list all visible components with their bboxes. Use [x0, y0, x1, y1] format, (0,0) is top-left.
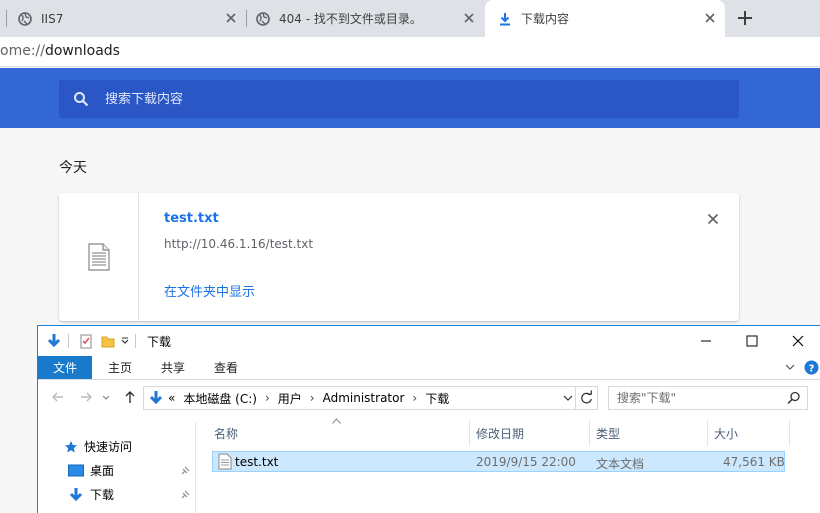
address-bar[interactable]: ome://downloads [0, 43, 120, 59]
navigation-pane: 快速访问 桌面 下载 [38, 422, 196, 513]
remove-item-close-icon[interactable] [707, 213, 719, 225]
ribbon-tab-view[interactable]: 查看 [214, 356, 238, 379]
file-modified-cell: 2019/9/15 22:00 [476, 455, 576, 469]
properties-icon[interactable] [78, 333, 94, 349]
new-folder-icon[interactable] [100, 333, 116, 349]
forward-arrow-icon[interactable] [78, 389, 94, 405]
downloads-header [0, 68, 820, 128]
tab-separator [246, 10, 247, 27]
recent-locations-chevron-icon[interactable] [101, 389, 111, 405]
expand-ribbon-chevron-icon[interactable] [785, 362, 795, 372]
column-header-name[interactable]: 名称 [208, 420, 470, 446]
close-tab-icon[interactable] [224, 11, 238, 25]
nav-quick-access[interactable]: 快速访问 [64, 438, 132, 455]
back-arrow-icon[interactable] [50, 389, 66, 405]
globe-icon [18, 11, 32, 26]
nav-quick-access-label: 快速访问 [84, 440, 133, 454]
explorer-address-bar[interactable]: « 本地磁盘 (C:) › 用户 › Administrator › 下载 [143, 386, 598, 410]
star-icon [65, 440, 77, 452]
explorer-titlebar: 下载 [38, 326, 820, 356]
download-arrow-icon [69, 487, 83, 501]
url-host: downloads [44, 43, 120, 59]
breadcrumb-downloads[interactable]: 下载 [425, 390, 449, 407]
refresh-icon[interactable] [575, 386, 597, 410]
breadcrumb-administrator[interactable]: Administrator [323, 391, 405, 405]
navigation-bar: « 本地磁盘 (C:) › 用户 › Administrator › 下载 [38, 384, 820, 412]
download-arrow-icon [149, 391, 163, 405]
file-size-cell: 47,561 KB [723, 455, 785, 469]
maximize-icon[interactable] [729, 326, 775, 356]
breadcrumb-local-disk[interactable]: 本地磁盘 (C:) [183, 390, 257, 407]
ribbon-tab-file[interactable]: 文件 [38, 356, 92, 379]
file-type-cell: 文本文档 [596, 457, 645, 471]
column-header-modified[interactable]: 修改日期 [470, 420, 590, 446]
pin-icon[interactable] [180, 490, 190, 500]
download-arrow-icon [47, 334, 61, 348]
column-header-size[interactable]: 大小 [708, 420, 790, 446]
minimize-icon[interactable] [683, 326, 729, 356]
tab-title: IIS7 [41, 11, 64, 26]
file-icon-column [59, 193, 139, 321]
search-icon [74, 92, 89, 107]
downloads-search[interactable] [59, 80, 739, 118]
column-header-type[interactable]: 类型 [590, 420, 708, 446]
help-icon[interactable]: ? [804, 360, 819, 375]
ribbon-tab-home[interactable]: 主页 [108, 356, 132, 379]
nav-item-desktop[interactable]: 桌面 [68, 462, 114, 479]
text-file-icon [88, 243, 110, 271]
breadcrumb-chevron-icon[interactable]: › [265, 391, 270, 405]
close-tab-icon[interactable] [703, 11, 717, 25]
file-list: 名称 修改日期 类型 大小 test.txt 2019/9/15 22:00 文… [208, 416, 820, 513]
up-arrow-icon[interactable] [122, 389, 138, 405]
nav-item-label: 桌面 [90, 464, 115, 478]
explorer-search-input[interactable] [617, 391, 787, 405]
new-tab-plus-icon[interactable] [736, 9, 754, 27]
breadcrumb-chevron-icon[interactable]: › [310, 391, 315, 405]
tab-downloads[interactable]: 下载内容 [485, 0, 725, 37]
globe-icon [256, 11, 270, 26]
tab-title: 下载内容 [521, 12, 570, 26]
text-file-icon [218, 453, 232, 470]
customize-chevron-icon[interactable] [120, 333, 130, 349]
download-icon [500, 12, 510, 25]
download-item-card: test.txt http://10.46.1.16/test.txt 在文件夹… [59, 193, 739, 321]
download-source-url: http://10.46.1.16/test.txt [164, 237, 314, 251]
tab-404[interactable]: 404 - 找不到文件或目录。 [256, 0, 484, 37]
ribbon-tab-share[interactable]: 共享 [161, 356, 185, 379]
tab-separator [6, 10, 7, 27]
explorer-search-box[interactable] [608, 386, 808, 410]
nav-item-downloads[interactable]: 下载 [68, 486, 114, 503]
ribbon-tabs: 文件 主页 共享 查看 ? [38, 356, 820, 380]
breadcrumb-chevron-icon[interactable]: › [412, 391, 417, 405]
file-explorer-window: 下载 文件 主页 共享 查看 ? « 本地磁盘 (C:) › 用户 › Admi… [37, 325, 820, 513]
downloads-search-input[interactable] [105, 91, 665, 107]
close-tab-icon[interactable] [462, 11, 476, 25]
pin-icon[interactable] [180, 466, 190, 476]
table-row[interactable]: test.txt 2019/9/15 22:00 文本文档 47,561 KB [212, 451, 785, 472]
browser-toolbar: ome://downloads [0, 37, 820, 67]
svg-text:?: ? [809, 364, 815, 375]
download-file-name-link[interactable]: test.txt [164, 211, 219, 226]
url-scheme: ome:// [0, 43, 45, 59]
quick-access-separator [135, 334, 136, 348]
window-title: 下载 [147, 335, 172, 349]
tab-strip: IIS7 404 - 找不到文件或目录。 下载内容 [0, 0, 820, 37]
close-window-icon[interactable] [775, 326, 820, 356]
file-name-cell: test.txt [235, 455, 279, 469]
desktop-icon [68, 464, 84, 476]
nav-item-label: 下载 [90, 488, 115, 502]
tab-title: 404 - 找不到文件或目录。 [279, 12, 422, 26]
breadcrumb-overflow[interactable]: « [168, 391, 175, 405]
search-icon [787, 391, 800, 405]
quick-access-separator [68, 334, 69, 348]
breadcrumb-users[interactable]: 用户 [278, 390, 302, 407]
tab-iis7[interactable]: IIS7 [18, 0, 246, 37]
date-heading: 今天 [59, 160, 87, 176]
show-in-folder-link[interactable]: 在文件夹中显示 [164, 281, 255, 300]
address-dropdown-chevron-icon[interactable] [563, 393, 573, 403]
